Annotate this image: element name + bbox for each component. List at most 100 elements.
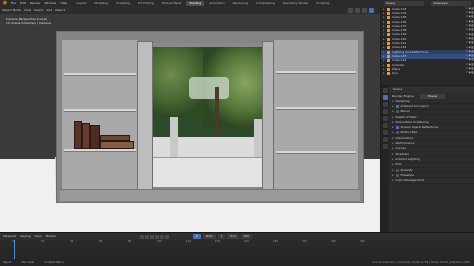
visibility-toggle-icons[interactable]: ▽ ◉ ◧ — [462, 7, 474, 11]
enable-checkbox[interactable] — [395, 110, 399, 114]
current-frame-field[interactable]: 1 — [192, 234, 201, 239]
tab-modeling[interactable]: Modeling — [91, 1, 111, 6]
collapse-arrow-icon[interactable]: ▸ — [392, 168, 394, 172]
start-frame-field[interactable]: 1 — [217, 234, 226, 239]
jump-end-icon[interactable] — [164, 234, 169, 239]
prev-keyframe-icon[interactable] — [144, 234, 149, 239]
view-layer-tab-icon[interactable] — [382, 109, 388, 114]
viewport-menu-object-mode[interactable]: Object Mode — [2, 9, 21, 12]
enable-checkbox[interactable] — [395, 131, 399, 135]
blender-logo-icon[interactable]: ◉ — [2, 1, 8, 6]
collapse-arrow-icon[interactable]: ▸ — [392, 120, 394, 124]
visibility-toggle-icons[interactable]: ▽ ◉ ◧ — [462, 12, 474, 15]
visibility-toggle-icons[interactable]: ▽ ◉ ◧ — [462, 37, 474, 41]
viewport-menu-view[interactable]: View — [24, 9, 31, 12]
tab-layout[interactable]: Layout — [73, 1, 89, 6]
collapse-arrow-icon[interactable]: ▸ — [392, 147, 394, 150]
play-reverse-icon[interactable] — [149, 234, 154, 239]
timeline-menu-playback[interactable]: Playback — [3, 235, 16, 238]
solid-shading-icon[interactable] — [355, 8, 360, 13]
visibility-toggle-icons[interactable]: ▽ ◉ ◧ — [462, 42, 474, 45]
menu-window[interactable]: Window — [45, 2, 57, 5]
enable-checkbox[interactable] — [395, 173, 399, 177]
render-tab-icon[interactable] — [382, 95, 388, 100]
tab-compositing[interactable]: Compositing — [253, 1, 278, 6]
timeline-menu-marker[interactable]: Marker — [46, 235, 56, 238]
rendered-shading-icon[interactable] — [369, 8, 374, 13]
tab-shading[interactable]: Shading — [186, 1, 205, 6]
tab-geometry-nodes[interactable]: Geometry Nodes — [280, 1, 311, 6]
enable-checkbox[interactable] — [395, 104, 399, 108]
collapse-arrow-icon[interactable]: ▸ — [392, 115, 394, 119]
tool-tab-icon[interactable] — [382, 88, 388, 93]
tab-texture-paint[interactable]: Texture Paint — [159, 1, 184, 6]
next-keyframe-icon[interactable] — [159, 234, 164, 239]
outliner-row[interactable]: ▸ Sun ▽ ◉ ◧ — [381, 71, 474, 76]
enable-checkbox[interactable] — [395, 126, 399, 130]
visibility-toggle-icons[interactable]: ▽ ◉ ◧ — [462, 72, 474, 75]
viewport-menu-add[interactable]: Add — [46, 9, 52, 12]
visibility-toggle-icons[interactable]: ▽ ◉ ◧ — [462, 24, 474, 28]
sky — [189, 77, 229, 99]
collapse-arrow-icon[interactable]: ▸ — [392, 136, 394, 140]
material-tab-icon[interactable] — [382, 144, 388, 149]
scene-tab-icon[interactable] — [382, 116, 388, 121]
viewport-menu-select[interactable]: Select — [34, 9, 43, 12]
collapse-arrow-icon[interactable]: ▸ — [392, 99, 394, 103]
object-tab-icon[interactable] — [382, 130, 388, 135]
visibility-toggle-icons[interactable]: ▽ ◉ ◧ — [462, 16, 474, 19]
tab-animation[interactable]: Animation — [206, 1, 227, 6]
timeline-menu-keying[interactable]: Keying — [20, 235, 30, 238]
collapse-arrow-icon[interactable]: ▸ — [392, 104, 394, 108]
timeline-menu-view[interactable]: View — [34, 235, 41, 238]
visibility-toggle-icons[interactable]: ▽ ◉ ◧ — [462, 67, 474, 71]
timeline-track[interactable] — [0, 240, 474, 259]
tab-sculpting[interactable]: Sculpting — [113, 1, 133, 6]
viewport-menu-object[interactable]: Object — [55, 9, 65, 12]
collapse-arrow-icon[interactable]: ▸ — [392, 142, 394, 145]
enable-checkbox[interactable] — [395, 168, 399, 172]
tab-scripting[interactable]: Scripting — [313, 1, 332, 6]
menu-render[interactable]: Render — [30, 2, 41, 5]
tab-uv-editing[interactable]: UV Editing — [135, 1, 157, 6]
visibility-toggle-icons[interactable]: ▽ ◉ ◧ — [462, 20, 474, 24]
collapse-arrow-icon[interactable]: ▸ — [392, 163, 394, 166]
output-tab-icon[interactable] — [382, 102, 388, 107]
cabinet-door-left — [137, 41, 153, 201]
playhead[interactable] — [14, 240, 15, 259]
collapse-arrow-icon[interactable]: ▸ — [392, 110, 394, 113]
workspace-tabs: Layout Modeling Sculpting UV Editing Texture… — [73, 1, 332, 6]
menu-help[interactable]: Help — [60, 2, 67, 5]
visibility-toggle-icons[interactable]: ▽ ◉ ◧ — [462, 63, 474, 67]
visibility-toggle-icons[interactable]: ▽ ◉ ◧ — [462, 59, 474, 62]
collapse-arrow-icon[interactable]: ▸ — [392, 131, 394, 134]
panel-color-management[interactable]: ▸ Color Management — [389, 178, 474, 184]
cabinet-left-compartment — [62, 40, 138, 190]
visibility-toggle-icons[interactable]: ▽ ◉ ◧ — [462, 33, 474, 37]
end-frame-field[interactable]: 250 — [240, 234, 253, 239]
world-tab-icon[interactable] — [382, 123, 388, 128]
visibility-toggle-icons[interactable]: ▽ ◉ ◧ — [462, 29, 474, 32]
render-engine-dropdown[interactable]: Eevee — [419, 93, 446, 99]
3d-viewport[interactable]: Object Mode View Select Add Object Camera Pe… — [0, 7, 380, 232]
tab-rendering[interactable]: Rendering — [230, 1, 251, 6]
material-shading-icon[interactable] — [362, 8, 367, 13]
scene-selector[interactable]: Scene — [384, 1, 424, 6]
visibility-toggle-icons[interactable]: ▽ ◉ ◧ — [462, 46, 474, 50]
visibility-toggle-icons[interactable]: ▽ ◉ ◧ — [462, 50, 474, 54]
jump-start-icon[interactable] — [139, 234, 144, 239]
modifier-tab-icon[interactable] — [382, 137, 388, 142]
visibility-toggle-icons[interactable]: ▽ ◉ ◧ — [462, 54, 474, 58]
play-icon[interactable] — [154, 234, 159, 239]
view-layer-selector[interactable]: ViewLayer — [431, 1, 471, 6]
book — [90, 125, 100, 149]
wireframe-shading-icon[interactable] — [348, 8, 353, 13]
collapse-arrow-icon[interactable]: ▸ — [392, 173, 394, 177]
collapse-arrow-icon[interactable]: ▸ — [392, 157, 394, 161]
viewport-info: Camera Perspective (Local) (1) Scene Col… — [6, 17, 51, 25]
collapse-arrow-icon[interactable]: ▸ — [392, 179, 394, 182]
collapse-arrow-icon[interactable]: ▸ — [392, 152, 394, 156]
collapse-arrow-icon[interactable]: ▸ — [392, 126, 394, 129]
menu-file[interactable]: File — [11, 2, 16, 5]
menu-edit[interactable]: Edit — [20, 2, 26, 5]
